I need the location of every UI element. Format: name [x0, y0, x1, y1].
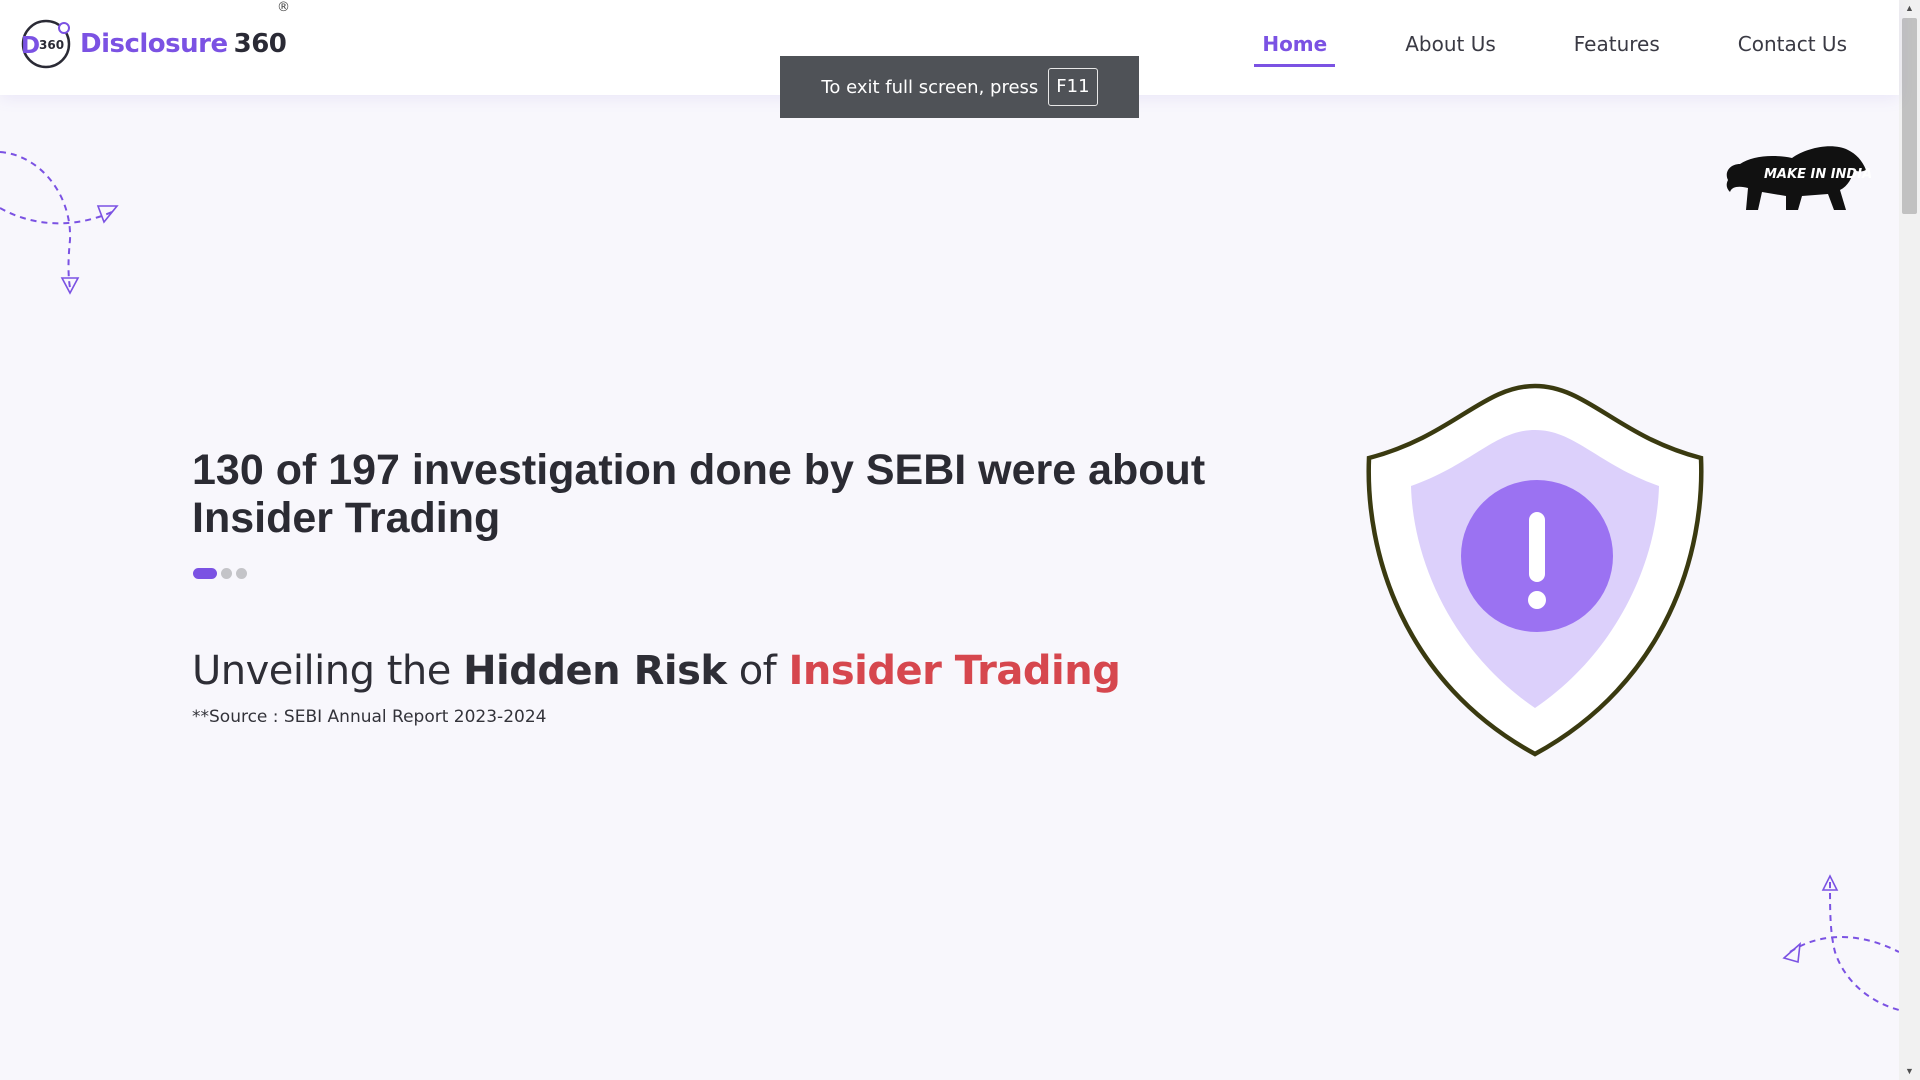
subline-insider-trading: Insider Trading: [788, 648, 1121, 694]
fullscreen-toast-text: To exit full screen, press: [821, 76, 1039, 98]
subline-part-1: Unveiling the: [192, 648, 464, 694]
logo-mark-icon: D 360: [21, 19, 71, 69]
plane-arrow-icon: [1782, 942, 1802, 964]
shield-alert-icon: [1366, 383, 1704, 757]
brand-name-word: Disclosure: [80, 29, 228, 59]
nav-contact-us[interactable]: Contact Us: [1730, 30, 1855, 67]
slide-indicator: [193, 568, 251, 579]
nav-home[interactable]: Home: [1254, 30, 1336, 67]
registered-mark: ®: [277, 0, 290, 15]
subline-hidden-risk: Hidden Risk: [463, 648, 727, 694]
fullscreen-exit-toast: To exit full screen, press F11: [780, 56, 1139, 118]
scroll-up-arrow-icon[interactable]: ▲: [1899, 0, 1920, 17]
dashed-arrow-decoration-top-left: [0, 151, 119, 295]
logo-letter: D: [21, 33, 40, 59]
subline-part-3: of: [726, 648, 789, 694]
brand-logo[interactable]: D 360 Disclosure 360: [18, 18, 287, 70]
source-note: **Source : SEBI Annual Report 2023-2024: [192, 707, 547, 727]
scroll-down-arrow-icon[interactable]: ▼: [1899, 1063, 1920, 1080]
hero-subline: Unveiling the Hidden Risk of Insider Tra…: [192, 648, 1121, 694]
brand-name: Disclosure 360: [80, 29, 287, 59]
main-nav: Home About Us Features Contact Us: [1192, 30, 1855, 67]
make-in-india-text: MAKE IN INDIA: [1764, 167, 1872, 182]
hero-headline: 130 of 197 investigation done by SEBI we…: [192, 446, 1206, 542]
fullscreen-key-badge: F11: [1048, 68, 1098, 106]
nav-features[interactable]: Features: [1566, 30, 1668, 67]
logo-number: 360: [39, 38, 64, 52]
scrollbar-thumb[interactable]: [1902, 18, 1917, 214]
slide-dot-3[interactable]: [236, 568, 247, 579]
dashed-arrow-decoration-bottom-right: [1782, 874, 1899, 1011]
brand-name-number: 360: [233, 29, 287, 59]
page-scrollbar[interactable]: ▲ ▼: [1899, 0, 1920, 1080]
slide-dot-2[interactable]: [221, 568, 232, 579]
make-in-india-lion-logo: MAKE IN INDIA: [1726, 146, 1872, 210]
nav-about-us[interactable]: About Us: [1397, 30, 1504, 67]
slide-dot-1[interactable]: [193, 568, 217, 579]
